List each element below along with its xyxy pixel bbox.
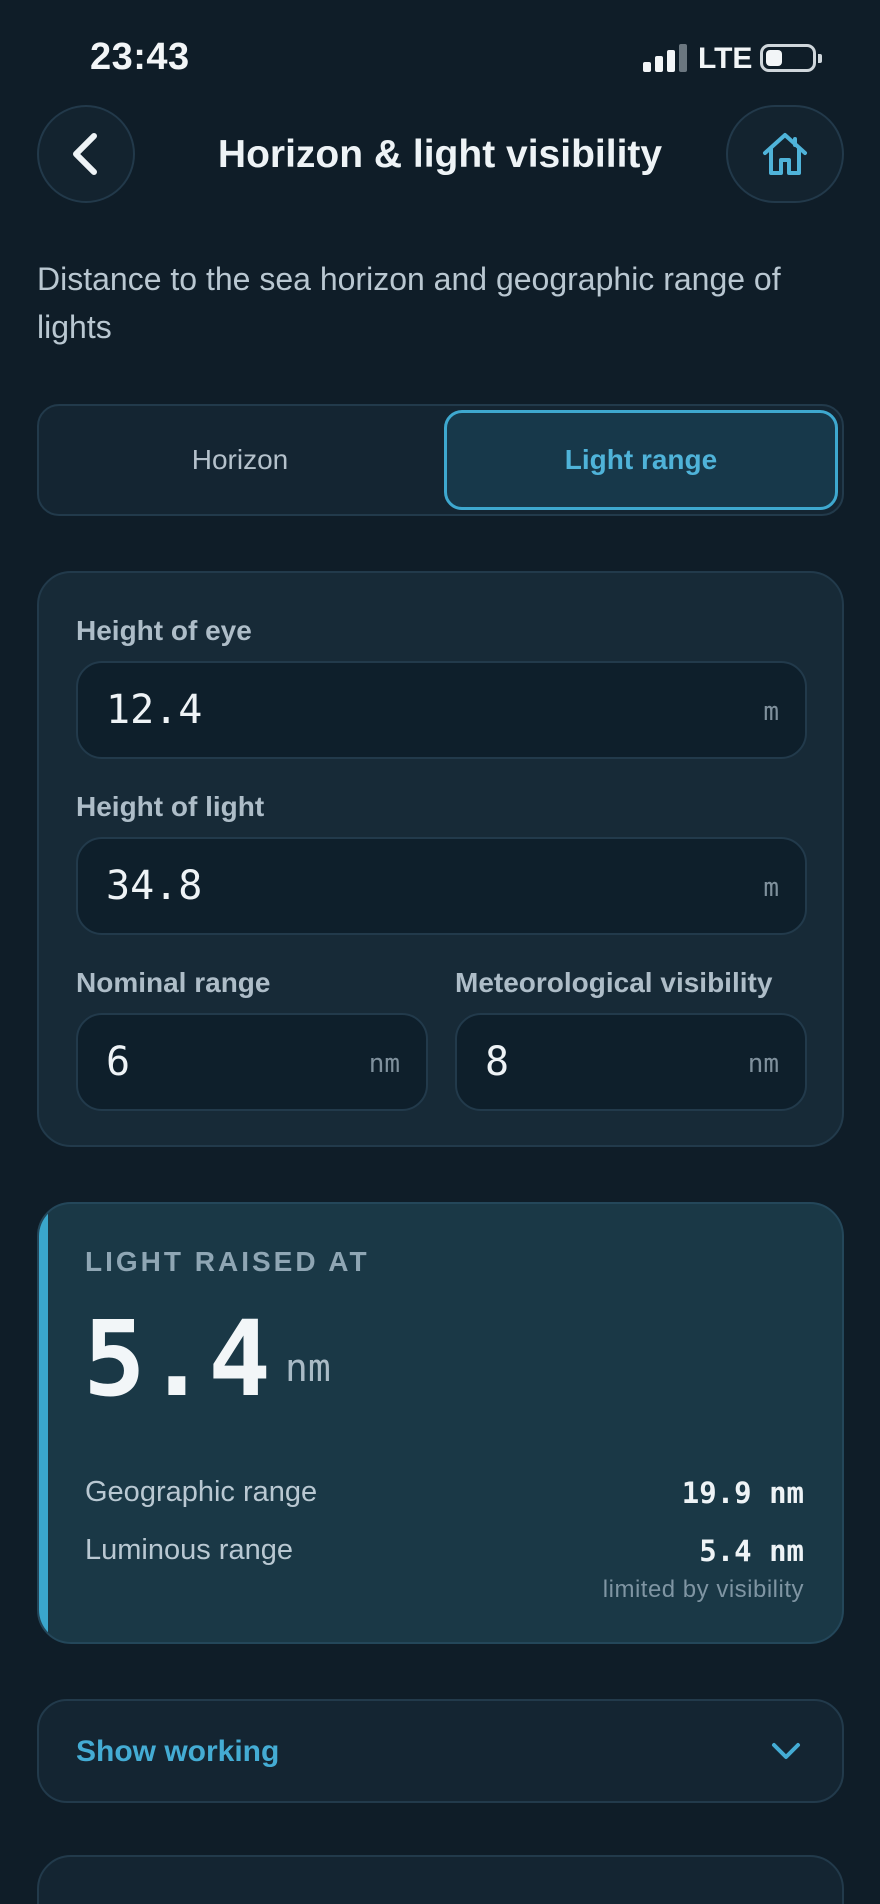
result-label: LIGHT RAISED AT <box>85 1246 370 1277</box>
show-working-label: Show working <box>76 1735 280 1768</box>
mode-segmented-control: Horizon Light range <box>37 404 844 516</box>
luminous-range-value: 5.4 nm <box>699 1534 804 1568</box>
network-type: LTE <box>698 42 753 75</box>
luminous-range-note: limited by visibility <box>602 1576 804 1603</box>
height-of-eye-field[interactable]: 12.4 m <box>76 661 807 759</box>
show-working-toggle[interactable]: Show working <box>37 1699 844 1803</box>
header: Horizon & light visibility <box>0 105 880 207</box>
page-subtitle: Distance to the sea horizon and geograph… <box>37 261 781 345</box>
chevron-down-icon <box>772 1743 800 1759</box>
luminous-range-label: Luminous range <box>85 1534 293 1566</box>
status-time: 23:43 <box>90 36 190 78</box>
tab-horizon[interactable]: Horizon <box>43 410 437 510</box>
signal-strength-icon <box>643 44 689 72</box>
result-value: 5.4 <box>83 1298 271 1420</box>
battery-icon <box>760 44 822 72</box>
height-of-light-label: Height of light <box>76 791 265 822</box>
nominal-range-label: Nominal range <box>76 967 271 998</box>
height-of-light-field[interactable]: 34.8 m <box>76 837 807 935</box>
nominal-range-value: 6 <box>106 1039 131 1085</box>
geographic-range-value: 19.9 nm <box>681 1476 804 1510</box>
result-card: LIGHT RAISED AT 5.4 nm Geographic range … <box>37 1202 844 1644</box>
tab-light-range[interactable]: Light range <box>444 410 838 510</box>
height-of-light-unit: m <box>763 873 779 903</box>
input-card: Height of eye 12.4 m Height of light 34.… <box>37 571 844 1147</box>
home-button[interactable] <box>726 105 844 203</box>
height-of-eye-unit: m <box>763 697 779 727</box>
met-visibility-value: 8 <box>485 1039 510 1085</box>
next-card <box>37 1855 844 1904</box>
met-visibility-label: Meteorological visibility <box>455 967 773 998</box>
height-of-light-value: 34.8 <box>106 863 203 909</box>
met-visibility-field[interactable]: 8 nm <box>455 1013 807 1111</box>
home-icon <box>763 133 807 175</box>
met-visibility-unit: nm <box>747 1049 779 1079</box>
status-bar: 23:43 LTE <box>0 0 880 110</box>
height-of-eye-value: 12.4 <box>106 687 203 733</box>
result-unit: nm <box>285 1346 331 1390</box>
geographic-range-label: Geographic range <box>85 1476 318 1508</box>
result-accent-bar <box>39 1204 48 1642</box>
nominal-range-unit: nm <box>368 1049 400 1079</box>
height-of-eye-label: Height of eye <box>76 615 252 646</box>
nominal-range-field[interactable]: 6 nm <box>76 1013 428 1111</box>
